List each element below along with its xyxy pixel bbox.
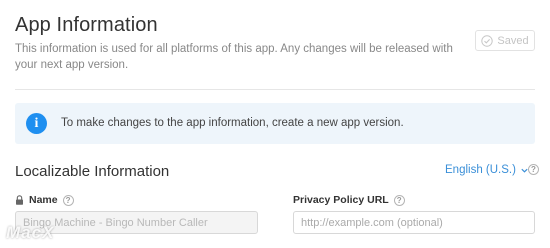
saved-button[interactable]: Saved (475, 30, 535, 51)
page-title: App Information (15, 14, 158, 36)
privacy-policy-label: Privacy Policy URL (293, 194, 389, 206)
lock-icon (16, 195, 23, 205)
name-label-row: Name ? (15, 194, 74, 206)
page-subtitle: This information is used for all platfor… (15, 43, 453, 71)
name-help-icon[interactable]: ? (62, 194, 74, 206)
saved-button-label: Saved (497, 34, 529, 47)
privacy-help-icon[interactable]: ? (393, 194, 405, 206)
info-banner: i To make changes to the app information… (15, 103, 535, 144)
info-icon: i (26, 113, 47, 134)
section-title: Localizable Information (15, 163, 170, 180)
info-banner-text: To make changes to the app information, … (61, 117, 404, 129)
privacy-policy-url-field[interactable] (293, 211, 535, 234)
watermark: MacX (6, 223, 55, 242)
name-label: Name (29, 194, 58, 206)
header-divider (15, 89, 535, 90)
check-circle-icon (481, 34, 494, 47)
language-help-icon[interactable]: ? (528, 164, 539, 175)
language-select-label: English (U.S.) (445, 164, 516, 176)
privacy-label-row: Privacy Policy URL ? (293, 194, 405, 206)
language-select[interactable]: English (U.S.) (445, 164, 529, 176)
